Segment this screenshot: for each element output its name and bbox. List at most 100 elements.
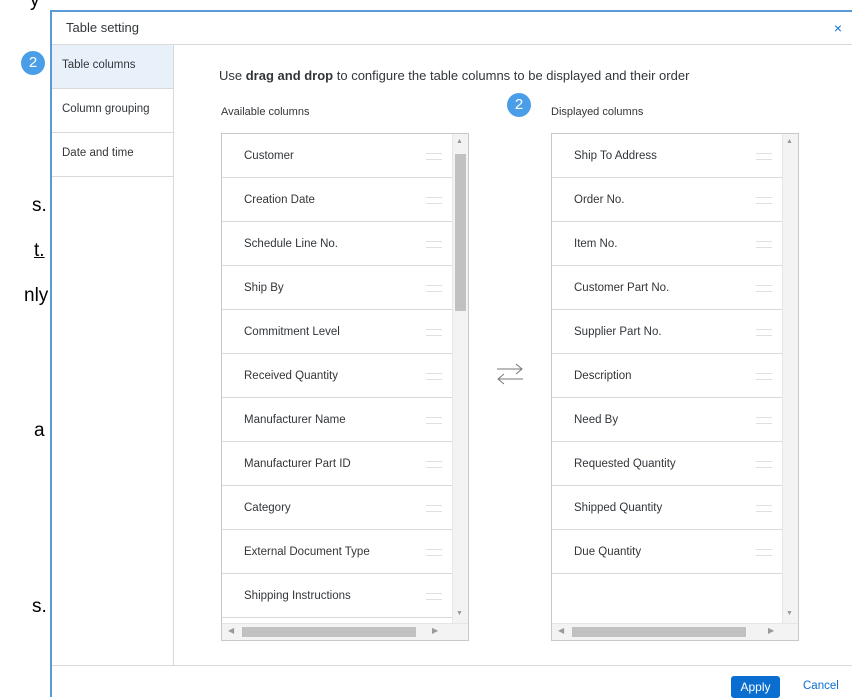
vertical-scrollbar[interactable]: ▲ ▼: [782, 134, 798, 624]
background-text: s.: [32, 596, 47, 617]
drag-handle-icon[interactable]: [756, 417, 772, 424]
list-item[interactable]: Category: [222, 486, 452, 530]
scroll-right-arrow-icon[interactable]: ▶: [432, 626, 438, 635]
list-item-label: Supplier Part No.: [574, 326, 662, 338]
drag-handle-icon[interactable]: [426, 153, 442, 160]
list-item-label: Commitment Level: [244, 326, 340, 338]
drag-handle-icon[interactable]: [426, 197, 442, 204]
drag-handle-icon[interactable]: [756, 373, 772, 380]
list-item[interactable]: Creation Date: [222, 178, 452, 222]
horizontal-scrollbar[interactable]: ◀ ▶: [222, 623, 468, 640]
list-item-label: Received Quantity: [244, 370, 338, 382]
background-text: s.: [32, 195, 47, 216]
list-item[interactable]: Need By: [552, 398, 782, 442]
sidebar-item-date-and-time[interactable]: Date and time: [52, 133, 173, 177]
sidebar-item-table-columns[interactable]: Table columns: [52, 45, 173, 89]
list-item[interactable]: Customer Part No.: [552, 266, 782, 310]
list-item-label: Creation Date: [244, 194, 315, 206]
list-item-label: Ship By: [244, 282, 284, 294]
close-icon[interactable]: ×: [834, 20, 842, 36]
list-item[interactable]: Shipped Quantity: [552, 486, 782, 530]
available-columns-list[interactable]: Shipping Instructions External Document T…: [221, 133, 469, 641]
scroll-down-arrow-icon[interactable]: ▼: [456, 610, 463, 617]
drag-handle-icon[interactable]: [426, 417, 442, 424]
settings-sidebar: Table columns Column grouping Date and t…: [52, 45, 174, 665]
drag-handle-icon[interactable]: [426, 373, 442, 380]
list-item[interactable]: Ship By: [222, 266, 452, 310]
list-item[interactable]: Due Quantity: [552, 530, 782, 574]
scrollbar-thumb[interactable]: [455, 154, 466, 311]
list-item-label: Due Quantity: [574, 546, 642, 558]
list-item[interactable]: External Document Type: [222, 530, 452, 574]
cancel-button[interactable]: Cancel: [803, 680, 839, 692]
scrollbar-thumb[interactable]: [572, 627, 746, 637]
swap-arrows-icon[interactable]: [495, 362, 525, 386]
drag-handle-icon[interactable]: [756, 241, 772, 248]
list-item[interactable]: Manufacturer Part ID: [222, 442, 452, 486]
list-item-label: Schedule Line No.: [244, 238, 338, 250]
drag-handle-icon[interactable]: [756, 461, 772, 468]
list-item[interactable]: Shipping Instructions: [222, 574, 452, 618]
drag-handle-icon[interactable]: [426, 285, 442, 292]
list-item-label: Order No.: [574, 194, 625, 206]
list-item-label: Category: [244, 502, 291, 514]
drag-handle-icon[interactable]: [426, 505, 442, 512]
vertical-scrollbar[interactable]: ▲ ▼: [452, 134, 468, 624]
list-item-label: Shipping Instructions: [244, 590, 351, 602]
list-item[interactable]: Schedule Line No.: [222, 222, 452, 266]
sidebar-item-column-grouping[interactable]: Column grouping: [52, 89, 173, 133]
scroll-down-arrow-icon[interactable]: ▼: [786, 610, 793, 617]
background-text: a: [34, 420, 45, 441]
drag-handle-icon[interactable]: [426, 549, 442, 556]
step-badge: 2: [21, 51, 45, 75]
instruction-text: Use drag and drop to configure the table…: [219, 68, 690, 83]
list-item-label: Item No.: [574, 238, 618, 250]
horizontal-scrollbar[interactable]: ◀ ▶: [552, 623, 798, 640]
list-item-label: Description: [574, 370, 632, 382]
scroll-left-arrow-icon[interactable]: ◀: [228, 626, 234, 635]
list-item-label: External Document Type: [244, 546, 370, 558]
list-item[interactable]: Order No.: [552, 178, 782, 222]
scroll-left-arrow-icon[interactable]: ◀: [558, 626, 564, 635]
drag-handle-icon[interactable]: [426, 593, 442, 600]
list-item[interactable]: Commitment Level: [222, 310, 452, 354]
list-item[interactable]: Requested Quantity: [552, 442, 782, 486]
table-setting-dialog: Table setting × Table columns Column gro…: [50, 10, 852, 700]
drag-handle-icon[interactable]: [756, 505, 772, 512]
drag-handle-icon[interactable]: [426, 329, 442, 336]
drag-handle-icon[interactable]: [756, 285, 772, 292]
list-item[interactable]: Item No.: [552, 222, 782, 266]
drag-handle-icon[interactable]: [426, 461, 442, 468]
background-text: y: [30, 0, 40, 11]
list-item-label: Manufacturer Part ID: [244, 458, 351, 470]
drag-handle-icon[interactable]: [756, 153, 772, 160]
list-item[interactable]: Manufacturer Name: [222, 398, 452, 442]
dialog-header: Table setting ×: [52, 12, 852, 45]
apply-button[interactable]: Apply: [731, 676, 780, 698]
background-text: t.: [34, 240, 45, 261]
step-badge: 2: [507, 93, 531, 117]
drag-handle-icon[interactable]: [756, 329, 772, 336]
background-text: nly: [24, 285, 49, 306]
list-item[interactable]: Customer: [222, 134, 452, 178]
scroll-up-arrow-icon[interactable]: ▲: [786, 138, 793, 145]
drag-handle-icon[interactable]: [756, 549, 772, 556]
list-item[interactable]: Received Quantity: [222, 354, 452, 398]
dialog-footer: Apply Cancel: [52, 665, 852, 700]
list-item-label: Ship To Address: [574, 150, 657, 162]
available-columns-label: Available columns: [221, 106, 310, 118]
drag-handle-icon[interactable]: [426, 241, 442, 248]
list-item[interactable]: Description: [552, 354, 782, 398]
list-item-label: Manufacturer Name: [244, 414, 346, 426]
displayed-columns-list[interactable]: Due Quantity Shipped Quantity Requested Qu…: [551, 133, 799, 641]
list-item-label: Customer: [244, 150, 294, 162]
list-item-label: Requested Quantity: [574, 458, 676, 470]
drag-handle-icon[interactable]: [756, 197, 772, 204]
scroll-right-arrow-icon[interactable]: ▶: [768, 626, 774, 635]
dialog-title: Table setting: [66, 20, 139, 35]
scroll-up-arrow-icon[interactable]: ▲: [456, 138, 463, 145]
list-item[interactable]: Ship To Address: [552, 134, 782, 178]
list-item[interactable]: Supplier Part No.: [552, 310, 782, 354]
scrollbar-thumb[interactable]: [242, 627, 416, 637]
displayed-columns-label: Displayed columns: [551, 106, 644, 118]
